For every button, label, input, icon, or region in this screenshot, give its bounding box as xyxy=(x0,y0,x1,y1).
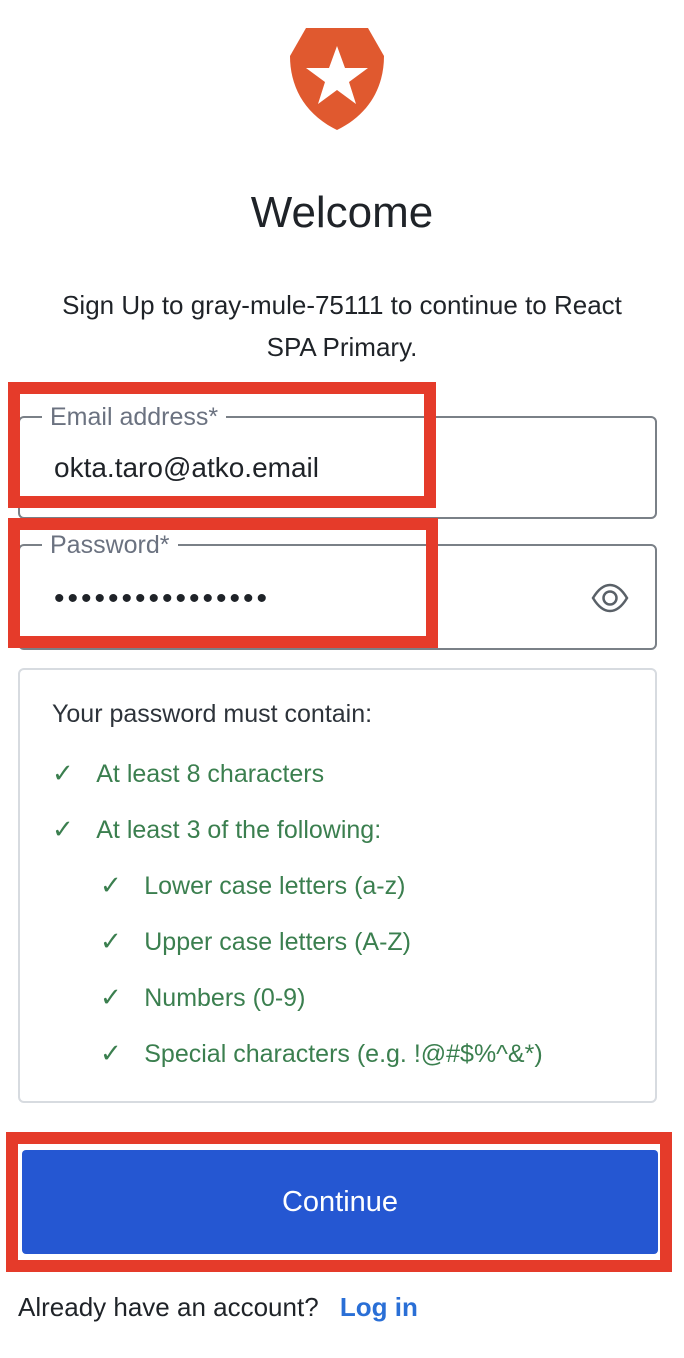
check-icon: ✓ xyxy=(52,814,74,844)
login-link[interactable]: Log in xyxy=(340,1292,418,1322)
email-label: Email address* xyxy=(42,400,227,434)
requirement-label: Special characters (e.g. !@#$%^&*) xyxy=(144,1040,543,1068)
check-icon: ✓ xyxy=(100,870,122,900)
check-icon: ✓ xyxy=(100,926,122,956)
page-subtitle: Sign Up to gray-mule-75111 to continue t… xyxy=(16,284,668,368)
requirement-subitem: ✓ Numbers (0-9) xyxy=(100,982,305,1013)
check-icon: ✓ xyxy=(100,982,122,1012)
eye-icon[interactable] xyxy=(591,579,629,617)
email-value[interactable]: okta.taro@atko.email xyxy=(54,452,319,484)
password-label: Password* xyxy=(42,528,178,562)
continue-button[interactable]: Continue xyxy=(22,1150,658,1254)
requirement-label: Upper case letters (A-Z) xyxy=(144,928,411,956)
subtitle-line-1: Sign Up to gray-mule-75111 to continue t… xyxy=(62,290,622,320)
check-icon: ✓ xyxy=(52,758,74,788)
requirement-subitem: ✓ Special characters (e.g. !@#$%^&*) xyxy=(100,1038,543,1069)
login-prompt-text: Already have an account? xyxy=(18,1292,319,1322)
requirement-item: ✓ At least 3 of the following: xyxy=(52,814,381,845)
requirement-subitem: ✓ Lower case letters (a-z) xyxy=(100,870,405,901)
requirement-label: Numbers (0-9) xyxy=(144,984,306,1012)
check-icon: ✓ xyxy=(100,1038,122,1068)
page-title: Welcome xyxy=(250,188,434,237)
subtitle-line-2: SPA Primary. xyxy=(266,332,418,362)
requirement-subitem: ✓ Upper case letters (A-Z) xyxy=(100,926,411,957)
requirement-label: Lower case letters (a-z) xyxy=(144,872,406,900)
login-prompt: Already have an account? Log in xyxy=(18,1292,418,1323)
password-field[interactable]: Password* •••••••••••••••• xyxy=(18,528,657,650)
requirement-label: At least 8 characters xyxy=(96,760,325,788)
requirement-label: At least 3 of the following: xyxy=(96,816,382,844)
requirements-title: Your password must contain: xyxy=(52,700,373,728)
email-field[interactable]: Email address* okta.taro@atko.email xyxy=(18,400,657,519)
requirement-item: ✓ At least 8 characters xyxy=(52,758,324,789)
password-value[interactable]: •••••••••••••••• xyxy=(54,582,270,616)
auth0-logo-icon xyxy=(290,28,384,130)
